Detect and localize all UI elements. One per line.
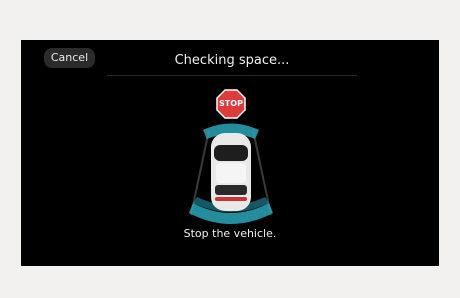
cancel-button[interactable]: Cancel xyxy=(44,48,95,68)
parking-assist-screen: Cancel Checking space... STOP Stop the v… xyxy=(21,40,439,266)
page-title: Checking space... xyxy=(174,53,290,68)
car-rear-window xyxy=(215,185,247,195)
car-roof xyxy=(216,163,246,183)
car-taillights xyxy=(215,197,247,201)
parking-scene-graphic: STOP xyxy=(189,89,273,224)
status-message: Stop the vehicle. xyxy=(183,227,277,240)
title-divider xyxy=(107,75,357,76)
stop-sign-text: STOP xyxy=(219,99,243,108)
car-windshield xyxy=(214,145,248,161)
